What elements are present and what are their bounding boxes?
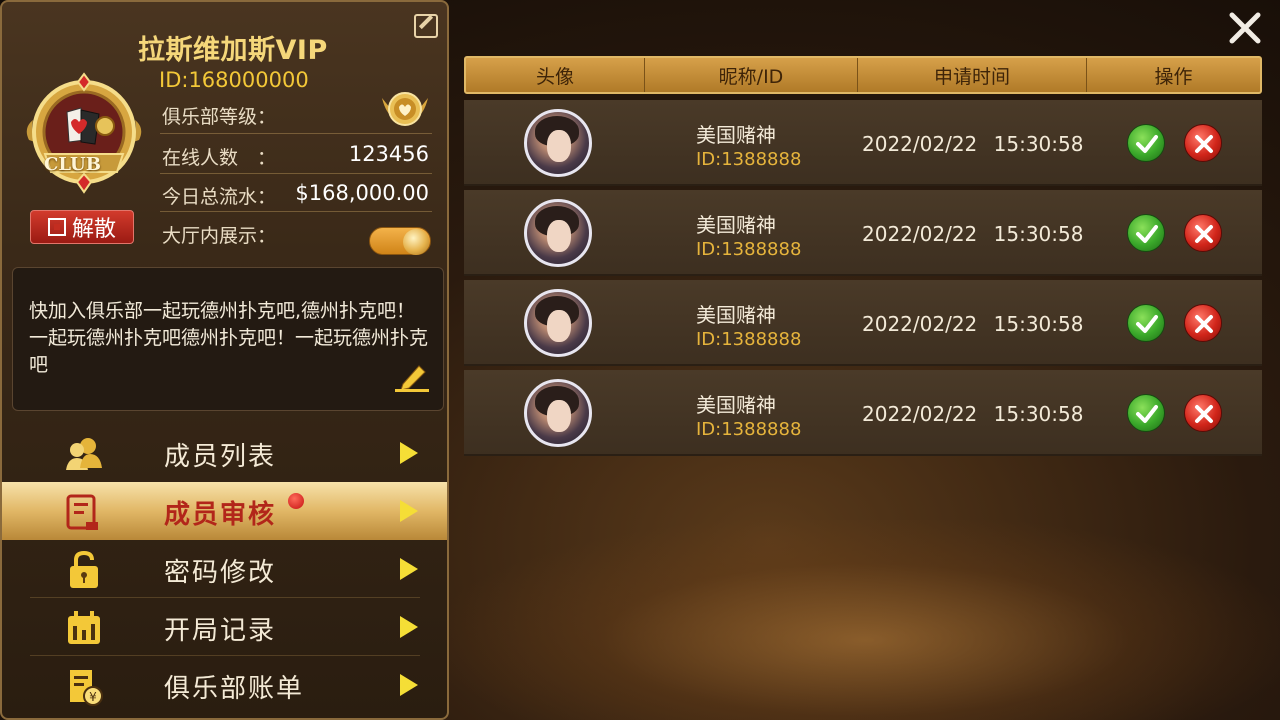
table-row: 美国赌神 ID:1388888 2022/02/22 15:30:58 xyxy=(464,280,1262,366)
menu-item-records[interactable]: 开局记录 xyxy=(2,598,447,656)
check-icon xyxy=(1136,225,1158,243)
column-header-avatar: 头像 xyxy=(466,58,645,92)
menu-label: 成员审核 xyxy=(164,500,277,530)
info-divider xyxy=(160,133,432,134)
members-icon xyxy=(66,438,102,470)
toggle-knob xyxy=(403,229,429,255)
apply-time: 2022/02/22 15:30:58 xyxy=(862,132,1084,156)
calendar-icon xyxy=(68,611,100,644)
x-icon xyxy=(1195,225,1213,243)
check-icon xyxy=(1136,135,1158,153)
notification-dot xyxy=(288,493,304,509)
nickname: 美国赌神 xyxy=(696,123,776,147)
close-icon[interactable] xyxy=(1226,9,1264,47)
info-divider xyxy=(160,211,432,212)
avatar xyxy=(524,199,592,267)
info-divider xyxy=(160,173,432,174)
review-icon xyxy=(66,494,98,530)
approve-button[interactable] xyxy=(1127,304,1165,342)
reject-button[interactable] xyxy=(1184,124,1222,162)
club-level-label: 俱乐部等级： xyxy=(162,106,277,128)
table-row: 美国赌神 ID:1388888 2022/02/22 15:30:58 xyxy=(464,190,1262,276)
reject-button[interactable] xyxy=(1184,304,1222,342)
table-header: 头像 昵称/ID 申请时间 操作 xyxy=(464,56,1262,94)
club-badge-text: CLUB xyxy=(44,154,101,175)
edit-icon[interactable] xyxy=(414,14,438,38)
club-notice: 快加入俱乐部一起玩德州扑克吧,德州扑克吧！一起玩德州扑克吧德州扑克吧！一起玩德州… xyxy=(12,267,444,411)
check-icon xyxy=(1136,405,1158,423)
flow-value: $168,000.00 xyxy=(295,181,429,205)
menu-label: 俱乐部账单 xyxy=(164,674,305,704)
pencil-icon[interactable] xyxy=(395,362,429,392)
notice-text: 快加入俱乐部一起玩德州扑克吧,德州扑克吧！一起玩德州扑克吧德州扑克吧！一起玩德州… xyxy=(29,300,429,376)
nickname: 美国赌神 xyxy=(696,393,776,417)
avatar xyxy=(524,379,592,447)
x-icon xyxy=(1195,315,1213,333)
arrow-right-icon xyxy=(400,616,418,638)
user-id: ID:1388888 xyxy=(696,239,802,260)
menu-item-review[interactable]: 成员审核 xyxy=(2,482,447,540)
menu-item-bill[interactable]: ¥ 俱乐部账单 xyxy=(2,656,447,714)
arrow-right-icon xyxy=(400,558,418,580)
club-badge-icon xyxy=(26,72,142,194)
reject-button[interactable] xyxy=(1184,214,1222,252)
lobby-display-toggle[interactable] xyxy=(369,227,431,255)
club-name: 拉斯维加斯VIP xyxy=(138,35,328,66)
approve-button[interactable] xyxy=(1127,394,1165,432)
level-crown-icon xyxy=(382,92,428,126)
x-icon xyxy=(1195,135,1213,153)
svg-text:¥: ¥ xyxy=(89,690,97,704)
menu-item-members[interactable]: 成员列表 xyxy=(2,424,447,482)
column-header-time: 申请时间 xyxy=(858,58,1087,92)
arrow-right-icon xyxy=(400,500,418,522)
approve-button[interactable] xyxy=(1127,124,1165,162)
menu-label: 开局记录 xyxy=(164,616,277,646)
user-id: ID:1388888 xyxy=(696,149,802,170)
dissolve-button[interactable]: 解散 xyxy=(30,210,134,244)
apply-time: 2022/02/22 15:30:58 xyxy=(862,402,1084,426)
dissolve-label: 解散 xyxy=(71,217,116,242)
flow-label: 今日总流水： xyxy=(162,186,277,208)
menu-label: 密码修改 xyxy=(164,558,277,588)
display-label: 大厅内展示： xyxy=(162,225,277,247)
club-id: ID:168000000 xyxy=(159,68,309,92)
column-header-action: 操作 xyxy=(1154,65,1193,88)
apply-time: 2022/02/22 15:30:58 xyxy=(862,312,1084,336)
lock-icon xyxy=(70,550,98,588)
bill-icon: ¥ xyxy=(70,670,103,706)
arrow-right-icon xyxy=(400,442,418,464)
menu-label: 成员列表 xyxy=(164,442,277,472)
user-id: ID:1388888 xyxy=(696,419,802,440)
column-header-nickname: 昵称/ID xyxy=(645,58,858,92)
approve-button[interactable] xyxy=(1127,214,1165,252)
reject-button[interactable] xyxy=(1184,394,1222,432)
table-row: 美国赌神 ID:1388888 2022/02/22 15:30:58 xyxy=(464,100,1262,186)
avatar xyxy=(524,109,592,177)
arrow-right-icon xyxy=(400,674,418,696)
online-label: 在线人数 ： xyxy=(162,147,277,169)
floor-glow xyxy=(450,520,1280,720)
x-icon xyxy=(1195,405,1213,423)
avatar xyxy=(524,289,592,357)
nickname: 美国赌神 xyxy=(696,303,776,327)
dissolve-icon xyxy=(47,218,66,236)
online-value: 123456 xyxy=(348,142,429,166)
table-row: 美国赌神 ID:1388888 2022/02/22 15:30:58 xyxy=(464,370,1262,456)
nickname: 美国赌神 xyxy=(696,213,776,237)
check-icon xyxy=(1136,315,1158,333)
apply-time: 2022/02/22 15:30:58 xyxy=(862,222,1084,246)
user-id: ID:1388888 xyxy=(696,329,802,350)
menu-item-password[interactable]: 密码修改 xyxy=(2,540,447,598)
